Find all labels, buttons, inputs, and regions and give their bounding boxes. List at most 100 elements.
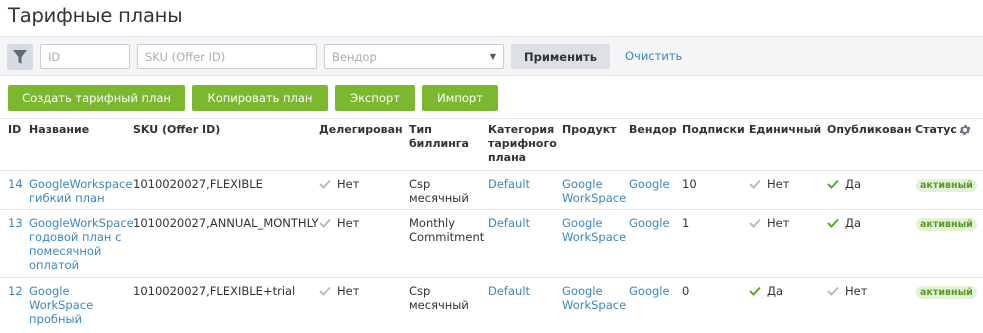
- row-name-line: Google: [29, 284, 70, 298]
- row-delegated: Нет: [319, 284, 359, 298]
- sku-filter-input[interactable]: [137, 44, 317, 69]
- row-billing-line: месячный: [409, 191, 469, 205]
- apply-filter-button[interactable]: Применить: [511, 44, 610, 69]
- row-subscriptions: 1: [682, 216, 690, 230]
- col-header-category[interactable]: Категория тарифного плана: [488, 123, 557, 165]
- col-header-category-line: Категория: [488, 123, 555, 136]
- row-subscriptions: 0: [682, 284, 690, 298]
- col-header-id[interactable]: ID: [8, 123, 21, 137]
- row-product-line: WorkSpace: [562, 230, 627, 244]
- row-published: Нет: [827, 284, 867, 298]
- row-name-line: WorkSpace: [29, 298, 94, 312]
- row-single-value: Нет: [767, 177, 790, 191]
- check-icon: [827, 179, 839, 189]
- row-category-link[interactable]: Default: [488, 216, 530, 230]
- check-icon: [319, 179, 331, 189]
- check-icon: [319, 286, 331, 296]
- funnel-icon: [13, 49, 27, 64]
- vendor-filter-select[interactable]: Вендор ▼: [324, 44, 504, 69]
- row-product-link[interactable]: Google WorkSpace: [562, 216, 626, 244]
- row-published: Да: [827, 177, 861, 191]
- clear-filter-link[interactable]: Очистить: [625, 49, 682, 63]
- col-header-billing-line: Тип: [409, 123, 432, 136]
- col-header-category-line: плана: [488, 151, 527, 164]
- status-badge: активный: [916, 218, 977, 231]
- row-name-line: гибкий план: [29, 191, 105, 205]
- col-header-sku[interactable]: SKU (Offer ID): [133, 123, 220, 137]
- row-subscriptions: 10: [682, 177, 697, 191]
- row-single: Нет: [749, 177, 789, 191]
- row-billing-line: Commitment: [409, 230, 485, 244]
- row-id[interactable]: 13: [8, 216, 23, 230]
- row-product-line: Google: [562, 216, 603, 230]
- row-sku: 1010020027,FLEXIBLE: [133, 177, 263, 191]
- row-published-value: Да: [845, 177, 862, 191]
- row-id[interactable]: 14: [8, 177, 23, 191]
- col-header-delegated[interactable]: Делегирован: [319, 123, 403, 137]
- vendor-filter-placeholder: Вендор: [332, 49, 377, 64]
- row-product-link[interactable]: Google WorkSpace: [562, 177, 626, 205]
- row-category-link[interactable]: Default: [488, 284, 530, 298]
- import-button[interactable]: Импорт: [422, 85, 498, 111]
- row-name-link[interactable]: GoogleWorkSpace годовой план с помесячно…: [29, 216, 134, 272]
- row-name-line: оплатой: [29, 258, 80, 272]
- row-name-line: GoogleWorkspace: [29, 177, 133, 191]
- filter-bar: Вендор ▼ Применить Очистить: [0, 36, 983, 76]
- row-name-line: GoogleWorkSpace: [29, 216, 134, 230]
- row-product-link[interactable]: Google WorkSpace: [562, 284, 626, 312]
- row-product-line: WorkSpace: [562, 191, 627, 205]
- id-filter-input[interactable]: [40, 44, 130, 69]
- row-billing: Csp месячный: [409, 284, 469, 312]
- row-billing-line: Csp: [409, 177, 431, 191]
- check-icon: [749, 179, 761, 189]
- row-vendor-link[interactable]: Google: [629, 216, 670, 230]
- col-header-vendor[interactable]: Вендор: [629, 123, 677, 137]
- export-button[interactable]: Экспорт: [335, 85, 415, 111]
- check-icon: [749, 286, 761, 296]
- check-icon: [827, 218, 839, 228]
- row-product-line: WorkSpace: [562, 298, 627, 312]
- row-id[interactable]: 12: [8, 284, 23, 298]
- row-name-link[interactable]: GoogleWorkspace гибкий план: [29, 177, 132, 205]
- row-delegated: Нет: [319, 177, 359, 191]
- check-icon: [827, 286, 839, 296]
- status-badge: активный: [916, 179, 977, 192]
- row-name-line: пробный: [29, 312, 83, 326]
- row-published-value: Нет: [845, 284, 868, 298]
- caret-down-icon: ▼: [489, 52, 496, 61]
- divider: [0, 209, 983, 210]
- col-header-published[interactable]: Опубликован: [827, 123, 912, 137]
- row-delegated: Нет: [319, 216, 359, 230]
- row-published-value: Да: [845, 216, 862, 230]
- row-delegated-value: Нет: [337, 284, 360, 298]
- divider: [0, 118, 983, 119]
- row-single-value: Да: [767, 284, 784, 298]
- copy-plan-button[interactable]: Копировать план: [192, 85, 328, 111]
- gear-icon[interactable]: [958, 123, 972, 137]
- row-single-value: Нет: [767, 216, 790, 230]
- row-sku: 1010020027,ANNUAL_MONTHLY: [133, 216, 319, 230]
- row-product-line: Google: [562, 284, 603, 298]
- divider: [0, 277, 983, 278]
- row-delegated-value: Нет: [337, 216, 360, 230]
- col-header-name[interactable]: Название: [29, 123, 89, 137]
- row-single: Нет: [749, 216, 789, 230]
- col-header-status[interactable]: Статус: [915, 123, 957, 137]
- row-name-line: годовой план с: [29, 230, 122, 244]
- create-plan-button[interactable]: Создать тарифный план: [8, 85, 185, 111]
- col-header-category-line: тарифного: [488, 137, 557, 150]
- row-name-line: помесячной: [29, 244, 102, 258]
- row-vendor-link[interactable]: Google: [629, 284, 670, 298]
- col-header-subscriptions[interactable]: Подписки: [682, 123, 745, 137]
- col-header-product[interactable]: Продукт: [562, 123, 617, 137]
- row-name-link[interactable]: Google WorkSpace пробный: [29, 284, 93, 326]
- row-delegated-value: Нет: [337, 177, 360, 191]
- filter-toggle-button[interactable]: [7, 44, 33, 70]
- row-sku: 1010020027,FLEXIBLE+trial: [133, 284, 296, 298]
- col-header-single[interactable]: Единичный: [749, 123, 821, 137]
- status-badge: активный: [916, 286, 977, 299]
- row-single: Да: [749, 284, 783, 298]
- row-vendor-link[interactable]: Google: [629, 177, 670, 191]
- row-category-link[interactable]: Default: [488, 177, 530, 191]
- col-header-billing[interactable]: Тип биллинга: [409, 123, 469, 151]
